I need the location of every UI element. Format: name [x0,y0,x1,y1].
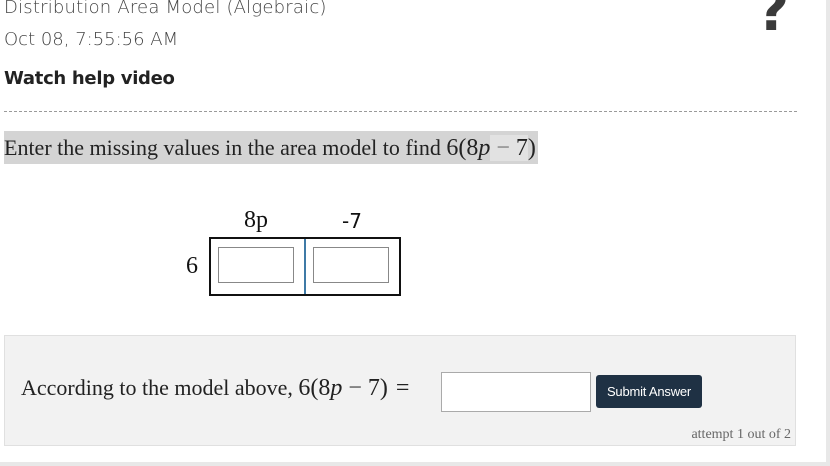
answer-input[interactable] [441,372,591,412]
question-mark-icon[interactable]: ? [748,0,798,42]
ans-expr-term1-var: p [330,375,343,401]
bottom-edge [0,462,830,466]
answer-statement: According to the model above, 6(8p −7) = [21,375,409,402]
prompt-expression: 6(8p −7) [446,135,536,161]
ans-expr-minus: − [348,375,362,401]
expr-term2: 7 [515,135,528,161]
page-title: Distribution Area Model (Algebraic) [4,0,327,18]
ans-expr-coef: 6 [298,375,311,401]
answer-expression: 6(8p −7) = [298,375,409,401]
area-cell-input-1[interactable] [218,247,294,283]
expr-term1-coef: 8 [466,135,479,161]
area-model-column-label-1: 8p [244,207,268,233]
prompt-text: Enter the missing values in the area mod… [4,135,447,160]
timestamp: Oct 08, 7:55:56 AM [4,29,179,50]
area-model-row-label: 6 [186,253,198,279]
area-model-column-label-2: -7 [342,209,362,233]
answer-panel: According to the model above, 6(8p −7) = S… [4,335,796,446]
ans-equals: = [395,375,410,401]
expr-coef: 6 [446,135,459,161]
ans-expr-term1-coef: 8 [318,375,331,401]
ans-expr-term2: 7 [367,375,380,401]
area-model-cell-1 [211,239,304,294]
expr-close-paren: ) [527,135,536,161]
area-cell-input-2[interactable] [313,247,389,283]
attempt-counter: attempt 1 out of 2 [691,427,791,442]
submit-answer-button[interactable]: Submit Answer [596,375,702,408]
watch-help-video-link[interactable]: Watch help video [4,68,175,89]
ans-expr-close-paren: ) [379,375,388,401]
answer-lead-text: According to the model above, [21,375,299,400]
expr-term1-var: p [478,135,491,161]
section-divider [4,111,797,112]
area-model-grid [209,237,401,296]
area-model-cell-2 [304,239,399,294]
expr-minus: − [490,135,516,161]
problem-prompt: Enter the missing values in the area mod… [4,131,538,164]
right-scrollbar[interactable] [826,0,830,466]
